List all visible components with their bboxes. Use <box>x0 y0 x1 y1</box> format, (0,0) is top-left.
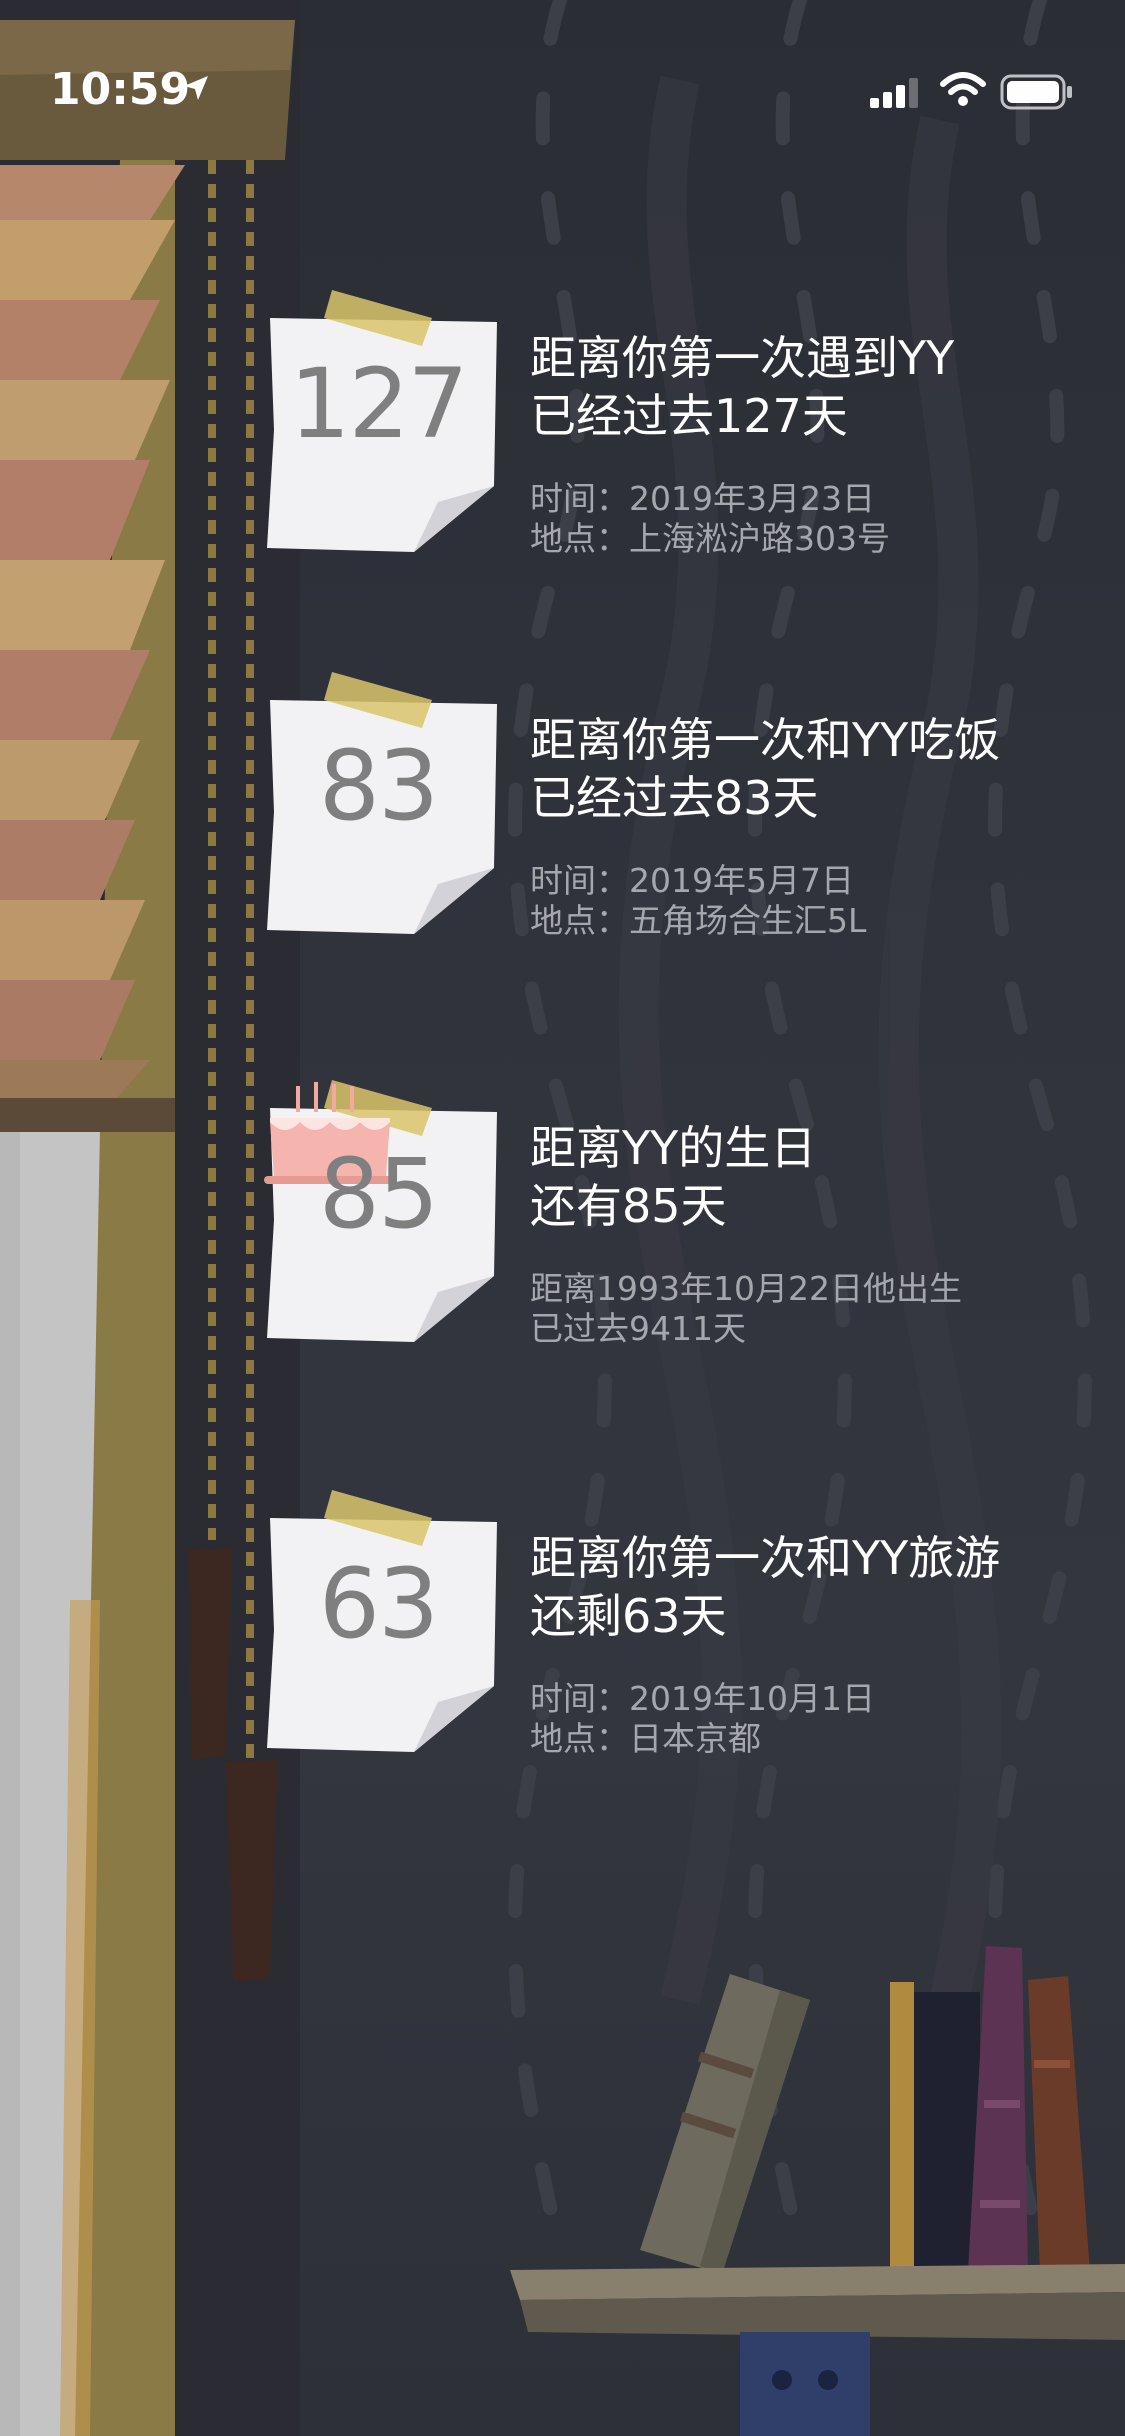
event-meta-line2: 地点：日本京都 <box>530 1719 761 1758</box>
event-title-line1: 距离YY的生日 <box>530 1121 817 1175</box>
days-number: 63 <box>318 1548 439 1660</box>
status-bar: 10:59 <box>0 0 1125 130</box>
days-number: 85 <box>318 1138 439 1250</box>
status-time: 10:59 <box>50 64 191 115</box>
event-title-line2: 还有85天 <box>530 1179 727 1233</box>
wifi-icon <box>940 72 986 106</box>
days-number: 127 <box>289 348 468 460</box>
event-title-line1: 距离你第一次和YY旅游 <box>530 1531 1001 1585</box>
event-card[interactable]: 63 距离你第一次和YY旅游 还剩63天 时间：2019年10月1日 地点：日本… <box>262 1490 1092 1758</box>
window-with-blinds <box>0 0 300 2436</box>
event-card[interactable]: 83 距离你第一次和YY吃饭 已经过去83天 时间：2019年5月7日 地点：五… <box>262 672 1092 940</box>
event-card[interactable]: 85 距离YY的生日 还有85天 距离1993年10月22日他出生 已过去941… <box>262 1080 1092 1348</box>
signal-icon <box>870 78 918 108</box>
sticky-note: 127 <box>262 290 500 552</box>
battery-icon <box>1000 74 1072 110</box>
event-title-line2: 还剩63天 <box>530 1589 727 1643</box>
days-number: 83 <box>318 730 439 842</box>
event-meta-line2: 已过去9411天 <box>530 1309 746 1348</box>
event-title-line2: 已经过去127天 <box>530 389 848 443</box>
sticky-note: 85 <box>262 1080 500 1342</box>
event-card[interactable]: 127 距离你第一次遇到YY 已经过去127天 时间：2019年3月23日 地点… <box>262 290 1092 558</box>
event-title-line2: 已经过去83天 <box>530 771 819 825</box>
event-meta-line2: 地点：上海淞沪路303号 <box>530 519 890 558</box>
event-title-line1: 距离你第一次遇到YY <box>530 331 955 385</box>
location-arrow-icon <box>184 76 208 100</box>
sticky-note: 83 <box>262 672 500 934</box>
event-meta-line2: 地点：五角场合生汇5L <box>530 901 867 940</box>
bookshelf-illustration <box>510 1946 1125 2436</box>
event-title-line1: 距离你第一次和YY吃饭 <box>530 713 1001 767</box>
sticky-note: 63 <box>262 1490 500 1752</box>
